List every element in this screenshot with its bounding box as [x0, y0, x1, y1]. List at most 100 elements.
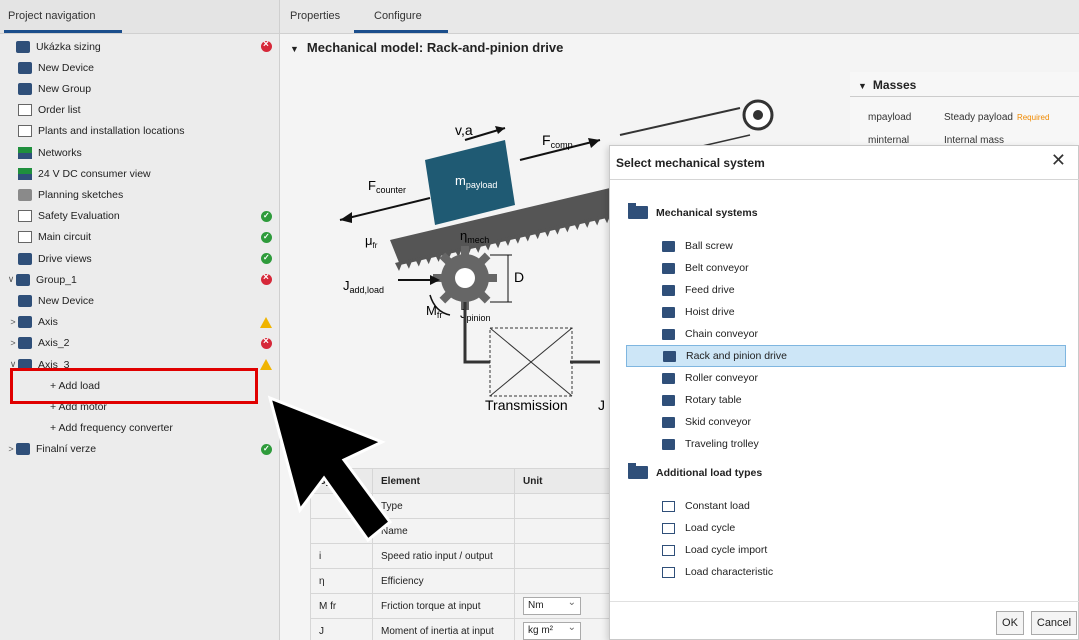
cancel-button[interactable]: Cancel — [1031, 611, 1077, 635]
tab-properties[interactable]: Properties — [290, 10, 340, 22]
dialog-footer-divider — [610, 601, 1079, 602]
tab-project-navigation[interactable]: Project navigation — [8, 10, 95, 22]
tree-item-label: Finalní verze — [36, 443, 97, 456]
tree-item-label: New Device — [38, 294, 95, 307]
list-item[interactable]: Feed drive — [626, 279, 1066, 301]
tree-item[interactable]: Ukázka sizing — [0, 36, 280, 57]
axis-icon — [18, 337, 32, 350]
list-item[interactable]: Rotary table — [626, 389, 1066, 411]
chevron-down-icon[interactable]: ∨ — [6, 274, 16, 285]
belt-line — [619, 107, 741, 136]
mechanical-system-icon — [662, 284, 675, 296]
consumer-icon — [18, 167, 32, 180]
rack-tooth — [395, 261, 403, 271]
group-header: Additional load types — [628, 463, 762, 479]
tree-item[interactable]: > Axis — [0, 312, 280, 333]
tree-item[interactable]: > Finalní verze — [0, 439, 280, 460]
list-item-label: Traveling trolley — [685, 438, 759, 450]
tree-item[interactable]: Order list — [0, 100, 280, 121]
chevron-right-icon[interactable]: > — [6, 444, 16, 454]
list-item[interactable]: Load cycle — [626, 517, 1066, 539]
active-tab-indicator — [354, 30, 448, 33]
tree-item[interactable]: Plants and installation locations — [0, 121, 280, 142]
tree-item[interactable]: New Group — [0, 78, 280, 99]
unit-select[interactable]: Nm — [523, 597, 581, 615]
tree-item[interactable]: New Device — [0, 290, 280, 311]
masses-title-text: Masses — [872, 78, 917, 92]
cart-icon — [18, 104, 32, 117]
highlight-box — [10, 368, 258, 404]
ok-button[interactable]: OK — [996, 611, 1024, 635]
close-icon[interactable]: ✕ — [1051, 150, 1066, 171]
tree-item[interactable]: 24 V DC consumer view — [0, 163, 280, 184]
dialog-divider — [610, 179, 1079, 180]
tree-item[interactable]: + Add frequency converter — [0, 418, 280, 439]
d-label: D — [514, 269, 524, 285]
list-item[interactable]: Belt conveyor — [626, 257, 1066, 279]
list-item[interactable]: Load cycle import — [626, 539, 1066, 561]
load-type-icon — [662, 522, 675, 534]
tree-item[interactable]: New Device — [0, 57, 280, 78]
masses-divider — [850, 96, 1079, 97]
cell-symbol: η — [310, 568, 373, 594]
mechanical-system-icon — [662, 416, 675, 428]
list-item[interactable]: Chain conveyor — [626, 323, 1066, 345]
j-right-label: J — [598, 397, 605, 413]
ok-status-icon — [261, 253, 272, 264]
list-item[interactable]: Rack and pinion drive — [626, 345, 1066, 367]
list-item-label: Hoist drive — [685, 306, 735, 318]
group-icon — [18, 82, 32, 95]
list-item-label: Belt conveyor — [685, 262, 749, 274]
device-icon — [18, 294, 32, 307]
circuit-icon — [18, 231, 32, 244]
list-item[interactable]: Skid conveyor — [626, 411, 1066, 433]
fcounter-arrow — [339, 197, 431, 221]
list-item[interactable]: Roller conveyor — [626, 367, 1066, 389]
fcounter-arrow-head — [340, 212, 352, 223]
list-item-label: Feed drive — [685, 284, 735, 296]
tree-item[interactable]: Main circuit — [0, 227, 280, 248]
tree-item[interactable]: Networks — [0, 142, 280, 163]
mechanical-system-icon — [663, 350, 676, 362]
tree-item-label: New Group — [38, 82, 92, 95]
section-title[interactable]: ▼ Mechanical model: Rack-and-pinion drive — [290, 40, 563, 55]
cell-element: Moment of inertia at input — [372, 618, 515, 640]
fcounter-label: Fcounter — [368, 178, 406, 195]
cell-element: Efficiency — [372, 568, 515, 594]
project-navigation-panel: Project navigation Ukázka sizing New Devi… — [0, 0, 280, 640]
tab-configure[interactable]: Configure — [374, 10, 422, 22]
jadd-label: Jadd,load — [343, 278, 384, 295]
list-item[interactable]: Ball screw — [626, 235, 1066, 257]
list-item[interactable]: Load characteristic — [626, 561, 1066, 583]
transmission-label: Transmission — [485, 397, 568, 413]
tree-item-label: Plants and installation locations — [38, 125, 185, 138]
tree-item[interactable]: Safety Evaluation — [0, 206, 280, 227]
mass-row: mpayload Steady payload Required — [868, 112, 1049, 123]
unit-select[interactable]: kg m² — [523, 622, 581, 640]
tree-item[interactable]: Drive views — [0, 248, 280, 269]
mass-label: Steady payload — [944, 112, 1013, 123]
tree-item[interactable]: ∨ Group_1 — [0, 269, 280, 290]
mufr-label: μfr — [365, 233, 378, 250]
masses-title[interactable]: ▼ Masses — [858, 78, 916, 92]
masses-panel: ▼ Masses mpayload Steady payload Required m… — [850, 72, 1079, 152]
mechanical-system-icon — [662, 372, 675, 384]
chevron-right-icon[interactable]: > — [8, 317, 18, 327]
list-item[interactable]: Traveling trolley — [626, 433, 1066, 455]
list-item-label: Load characteristic — [685, 566, 774, 578]
warning-status-icon — [260, 316, 272, 328]
mechanical-system-icon — [662, 240, 675, 252]
tree-item-label: Safety Evaluation — [38, 210, 120, 223]
chevron-right-icon[interactable]: > — [8, 338, 18, 348]
left-tab-bar: Project navigation — [0, 0, 279, 34]
tree-item-label: Axis — [38, 316, 58, 329]
tree-item[interactable]: Planning sketches — [0, 184, 280, 205]
drive-view-icon — [18, 252, 32, 265]
error-status-icon — [261, 272, 272, 286]
cell-symbol: M fr — [310, 593, 373, 619]
tree-item[interactable]: > Axis_2 — [0, 333, 280, 354]
tree-item-label: 24 V DC consumer view — [38, 167, 151, 180]
collapse-icon: ▼ — [858, 81, 867, 91]
list-item[interactable]: Constant load — [626, 495, 1066, 517]
list-item[interactable]: Hoist drive — [626, 301, 1066, 323]
